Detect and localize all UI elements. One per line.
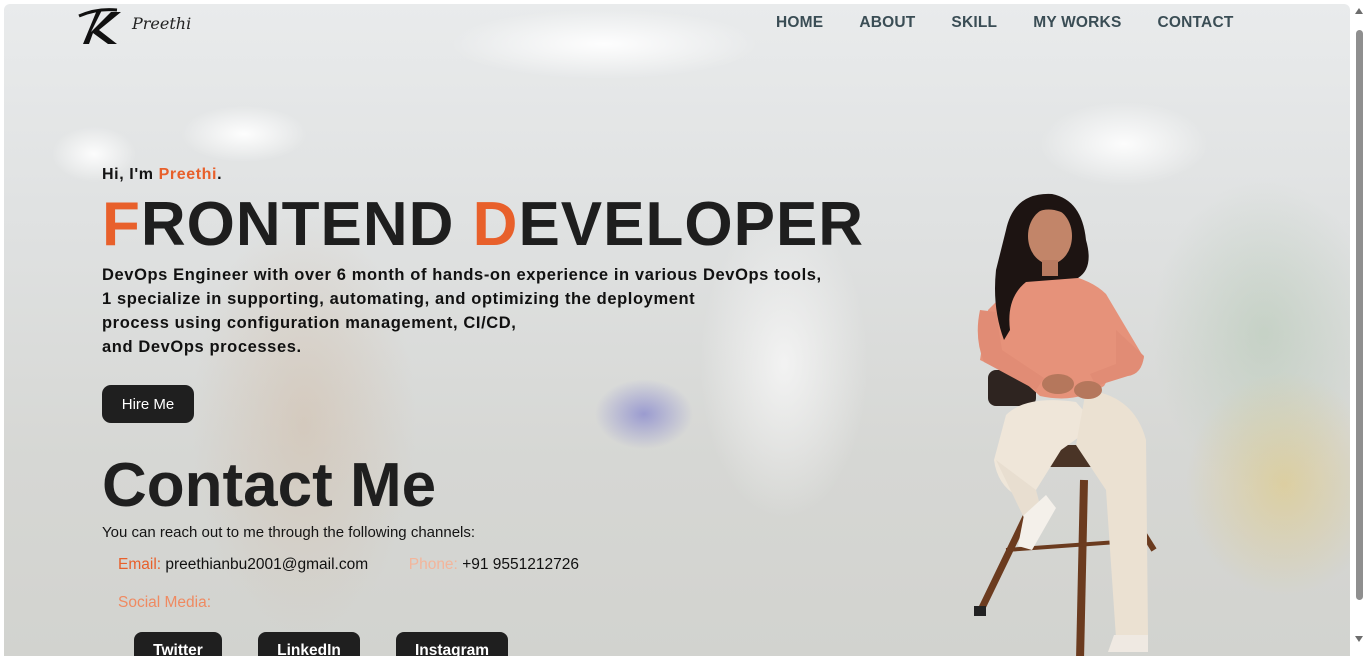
headline-initial-f: F (102, 190, 141, 259)
phone-label: Phone: (408, 556, 458, 573)
scrollbar-thumb[interactable] (1356, 30, 1363, 600)
nav-about[interactable]: ABOUT (859, 14, 915, 32)
phone-value[interactable]: +91 9551212726 (462, 556, 579, 573)
email-value[interactable]: preethianbu2001@gmail.com (165, 556, 368, 573)
description-line: process using configuration management, … (102, 314, 517, 332)
email-label: Email: (118, 556, 162, 573)
logo-k-icon (78, 8, 121, 44)
greeting-prefix: Hi, I'm (102, 166, 159, 183)
linkedin-button[interactable]: LinkedIn (258, 632, 360, 656)
nav-contact[interactable]: CONTACT (1158, 14, 1234, 32)
contact-intro: You can reach out to me through the foll… (102, 524, 476, 541)
profile-photo (974, 193, 1157, 656)
description-line: DevOps Engineer with over 6 month of han… (102, 266, 822, 284)
logo-signature: Preethi (132, 14, 192, 33)
social-media-label: Social Media: (118, 594, 212, 611)
nav-skill[interactable]: SKILL (951, 14, 997, 32)
contact-details: Email: preethianbu2001@gmail.com Phone: … (118, 556, 579, 574)
description-line: and DevOps processes. (102, 338, 302, 356)
scroll-up-arrow-icon[interactable] (1355, 8, 1363, 14)
hero-greeting: Hi, I'm Preethi. (102, 166, 222, 184)
description-line: 1 specialize in supporting, automating, … (102, 290, 696, 308)
main-nav: HOME ABOUT SKILL MY WORKS CONTACT (776, 14, 1234, 32)
headline-initial-d: D (472, 190, 519, 259)
nav-my-works[interactable]: MY WORKS (1033, 14, 1121, 32)
hero-description: DevOps Engineer with over 6 month of han… (102, 263, 932, 359)
nav-home[interactable]: HOME (776, 14, 823, 32)
twitter-button[interactable]: Twitter (134, 632, 222, 656)
instagram-button[interactable]: Instagram (396, 632, 508, 656)
greeting-name: Preethi (158, 166, 218, 183)
greeting-suffix: . (217, 166, 223, 183)
headline-word-developer: EVELOPER (518, 190, 865, 259)
contact-title: Contact Me (102, 451, 437, 520)
hero-headline: FRONTEND DEVELOPER (102, 190, 864, 260)
hire-me-button[interactable]: Hire Me (102, 385, 194, 423)
vertical-scrollbar[interactable] (1353, 8, 1364, 644)
scroll-down-arrow-icon[interactable] (1355, 636, 1363, 642)
headline-word-frontend: RONTEND (140, 190, 473, 259)
page-viewport: Preethi HOME ABOUT SKILL MY WORKS CONTAC… (4, 4, 1350, 656)
brand-logo[interactable]: Preethi (77, 6, 192, 46)
